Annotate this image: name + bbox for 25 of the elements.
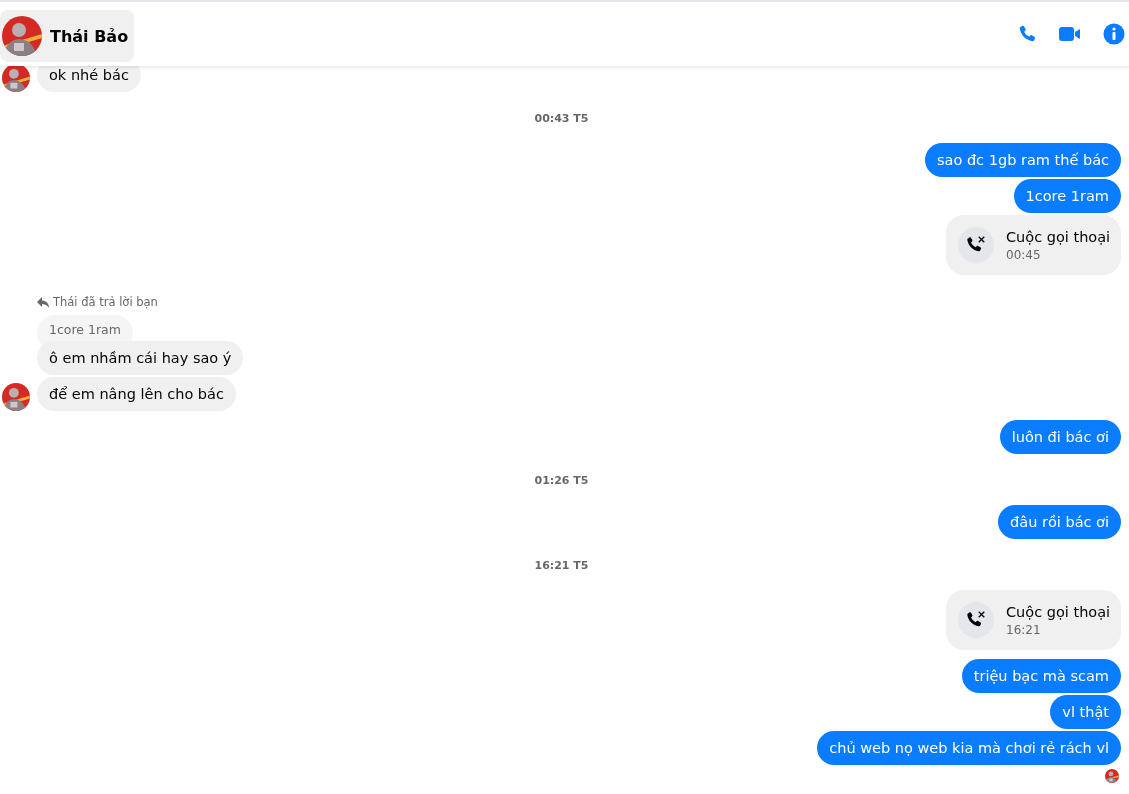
phone-icon[interactable] [1017,24,1037,44]
message-bubble: ô em nhầm cái hay sao ý [37,341,244,375]
reply-arrow-icon [37,296,49,308]
message-bubble: vl thật [1050,695,1121,729]
timestamp: 00:43 T5 [534,112,589,125]
message-bubble: 1core 1ram [1013,179,1121,213]
message-bubble: đâu rồi bác ơi [998,505,1121,539]
message-bubble: luôn đi bác ơi [999,420,1121,454]
call-card[interactable]: Cuộc gọi thoại 00:45 [946,215,1121,275]
reply-label: Thái đã trả lời bạn [53,295,158,309]
timestamp: 01:26 T5 [534,474,589,487]
missed-call-icon [958,227,994,263]
call-card[interactable]: Cuộc gọi thoại 16:21 [946,590,1121,650]
video-camera-icon[interactable] [1059,26,1081,42]
timestamp: 16:21 T5 [534,559,589,572]
message-bubble: triệu bạc mà scam [961,659,1121,693]
contact-name: Thái Bảo [50,26,129,46]
seen-avatar [1105,769,1119,783]
avatar [2,16,42,56]
message-bubble: để em nâng lên cho bác [37,377,236,411]
missed-call-icon [958,602,994,638]
message-bubble: chủ web nọ web kia mà chơi rẻ rách vl [817,731,1121,765]
contact-button[interactable]: Thái Bảo [0,10,135,62]
info-icon[interactable] [1103,23,1125,45]
message-bubble: sao đc 1gb ram thế bác [925,143,1121,177]
